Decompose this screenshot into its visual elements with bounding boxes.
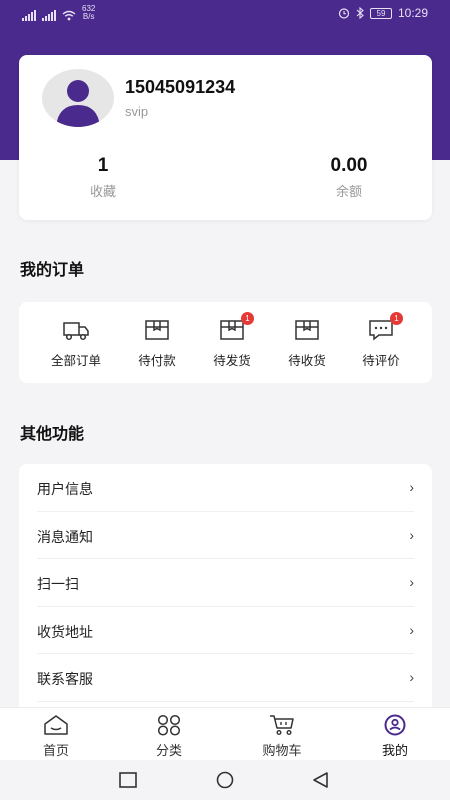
system-nav-bar	[0, 760, 450, 800]
tab-label: 购物车	[262, 743, 302, 758]
user-level: svip	[125, 104, 149, 119]
orders-section-title: 我的订单	[20, 262, 85, 279]
function-item-label: 收货地址	[37, 623, 93, 640]
function-item-label: 联系客服	[37, 671, 93, 687]
order-item-label: 待发货	[213, 354, 251, 368]
user-phone: 15045091234	[125, 77, 236, 97]
network-speed: 632 B/s	[82, 4, 96, 21]
stat-balance[interactable]: 0.00 余额	[294, 155, 404, 200]
order-item-label: 待评价	[362, 354, 400, 368]
notification-badge: 1	[390, 312, 403, 325]
order-pending-shipment-button[interactable]: 1 待发货	[195, 312, 269, 369]
functions-section-title: 其他功能	[20, 426, 85, 443]
alarm-icon	[338, 8, 350, 19]
tab-label: 我的	[381, 743, 408, 758]
avatar[interactable]	[42, 69, 114, 127]
truck-icon	[63, 322, 89, 341]
stat-favorites[interactable]: 1 收藏	[48, 155, 158, 200]
tab-mine[interactable]: 我的	[355, 714, 435, 759]
function-item-label: 消息通知	[37, 528, 93, 545]
stat-value: 1	[97, 155, 109, 176]
tab-cart[interactable]: 购物车	[242, 714, 322, 759]
clock-time: 10:29	[397, 6, 428, 20]
tab-category[interactable]: 分类	[129, 714, 209, 759]
back-icon[interactable]	[311, 771, 331, 789]
stat-label: 收藏	[89, 184, 116, 199]
function-item-notifications[interactable]: 消息通知 ›	[37, 512, 414, 559]
home-button-icon[interactable]	[215, 771, 235, 789]
user-avatar-icon	[56, 80, 100, 127]
order-item-label: 待付款	[138, 354, 176, 368]
function-item-address[interactable]: 收货地址 ›	[37, 607, 414, 654]
order-item-label: 待收货	[288, 354, 326, 368]
wifi-icon	[62, 10, 76, 21]
stat-value: 0.00	[330, 155, 368, 176]
box-icon	[295, 320, 319, 340]
chevron-right-icon: ›	[409, 526, 414, 543]
tab-label: 分类	[155, 743, 182, 758]
chevron-right-icon: ›	[409, 479, 414, 495]
function-item-label: 扫一扫	[37, 576, 79, 592]
chevron-right-icon: ›	[409, 574, 414, 590]
orders-card: 全部订单 待付款 1 待发货 待收货 1 待评价	[19, 302, 432, 383]
tab-label: 首页	[42, 743, 69, 758]
grid-icon	[157, 714, 181, 736]
function-item-customer-service[interactable]: 联系客服 ›	[37, 654, 414, 702]
order-pending-receipt-button[interactable]: 待收货	[270, 318, 344, 369]
recent-apps-icon[interactable]	[118, 771, 138, 789]
chevron-right-icon: ›	[409, 621, 414, 638]
function-item-scan[interactable]: 扫一扫 ›	[37, 559, 414, 607]
function-item-label: 用户信息	[37, 481, 93, 497]
cellular-signal-icon	[22, 10, 36, 21]
home-icon	[44, 715, 68, 735]
box-icon	[145, 320, 169, 340]
order-item-label: 全部订单	[50, 354, 101, 368]
order-pending-review-button[interactable]: 1 待评价	[344, 312, 418, 369]
status-bar: 632 B/s 59 10:29	[0, 0, 450, 26]
order-pending-payment-button[interactable]: 待付款	[120, 318, 194, 369]
stat-label: 余额	[335, 184, 362, 199]
profile-card: 15045091234 svip 1 收藏 0.00 余额	[19, 55, 432, 220]
chevron-right-icon: ›	[409, 669, 414, 685]
cart-icon	[270, 715, 294, 736]
user-icon	[384, 714, 406, 736]
battery-icon: 59	[369, 7, 392, 19]
functions-list: 用户信息 › 消息通知 › 扫一扫 › 收货地址 › 联系客服 ›	[19, 464, 432, 714]
notification-badge: 1	[241, 312, 254, 325]
order-all-button[interactable]: 全部订单	[39, 318, 113, 369]
bluetooth-icon	[356, 7, 364, 19]
function-item-user-info[interactable]: 用户信息 ›	[37, 464, 414, 512]
cellular-signal-icon	[42, 10, 56, 21]
tab-home[interactable]: 首页	[16, 714, 96, 759]
bottom-tab-bar: 首页 分类 购物车 我的	[0, 707, 450, 760]
